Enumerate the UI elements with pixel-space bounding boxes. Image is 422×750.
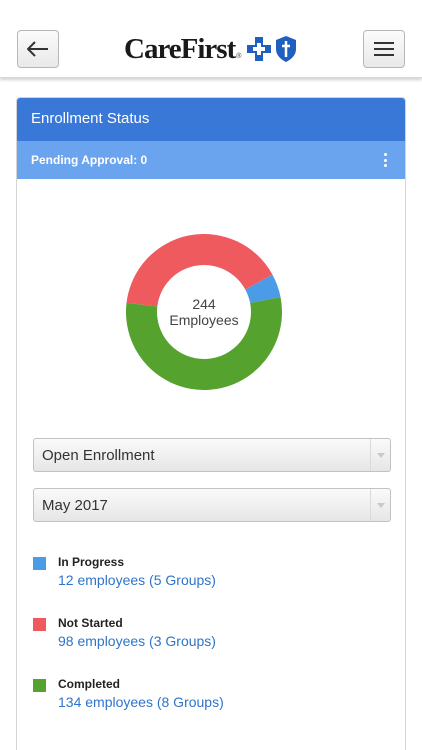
kebab-menu-icon[interactable] [383, 153, 387, 167]
logo-trademark: ® [236, 52, 242, 60]
app-header: CareFirst ® [0, 0, 422, 78]
enrollment-type-value: Open Enrollment [42, 447, 155, 464]
carefirst-logo: CareFirst ® [124, 33, 297, 65]
hamburger-menu-icon [374, 42, 394, 56]
enrollment-donut-chart: 244 Employees [126, 234, 282, 390]
dropdown-arrow [370, 439, 390, 471]
legend-title: In Progress [58, 555, 125, 569]
chevron-down-icon [376, 502, 385, 508]
logo-text: CareFirst [124, 32, 236, 65]
chevron-down-icon [376, 452, 385, 458]
donut-unit: Employees [169, 312, 239, 328]
donut-total: 244 [192, 296, 216, 312]
legend-title: Not Started [58, 616, 123, 630]
legend-swatch [33, 557, 46, 570]
legend-swatch [33, 618, 46, 631]
period-value: May 2017 [42, 497, 108, 514]
pending-approval-label: Pending Approval: 0 [31, 153, 148, 167]
legend-item-not-started: Not Started 98 employees (3 Groups) [33, 616, 373, 656]
pending-approval-bar: Pending Approval: 0 [17, 141, 405, 179]
legend-item-in-progress: In Progress 12 employees (5 Groups) [33, 555, 373, 595]
blue-cross-blue-shield-icon [245, 35, 297, 63]
dropdown-arrow [370, 489, 390, 521]
completed-link[interactable]: 134 employees (8 Groups) [58, 694, 224, 710]
not-started-link[interactable]: 98 employees (3 Groups) [58, 633, 216, 649]
card-title: Enrollment Status [17, 98, 405, 141]
period-select[interactable]: May 2017 [33, 488, 391, 522]
legend-item-completed: Completed 134 employees (8 Groups) [33, 677, 373, 717]
legend-title: Completed [58, 677, 121, 691]
menu-button[interactable] [363, 30, 405, 68]
back-button[interactable] [17, 30, 59, 68]
back-arrow-icon [27, 41, 48, 57]
enrollment-status-card: Enrollment Status Pending Approval: 0 24… [16, 97, 406, 750]
enrollment-type-select[interactable]: Open Enrollment [33, 438, 391, 472]
in-progress-link[interactable]: 12 employees (5 Groups) [58, 572, 216, 588]
donut-center-label: 244 Employees [126, 234, 282, 390]
legend-swatch [33, 679, 46, 692]
